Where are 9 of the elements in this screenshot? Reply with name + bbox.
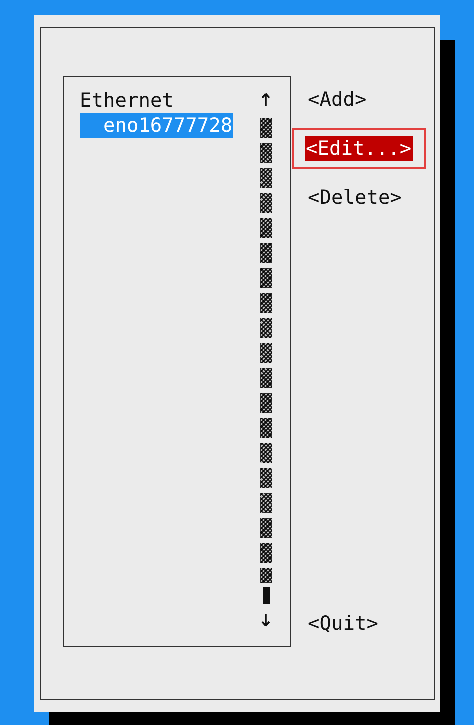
scroll-up-icon[interactable] bbox=[261, 93, 271, 107]
scrollbar-track[interactable] bbox=[260, 118, 272, 583]
connection-group[interactable]: Ethernet bbox=[80, 88, 174, 113]
scrollbar-thumb[interactable] bbox=[262, 587, 270, 604]
action-button[interactable]: <Add> bbox=[307, 87, 368, 112]
action-button[interactable]: <Quit> bbox=[307, 611, 380, 636]
scroll-down-icon[interactable] bbox=[261, 613, 271, 627]
action-button[interactable]: <Edit...> bbox=[305, 136, 413, 161]
action-button[interactable]: <Delete> bbox=[307, 185, 403, 210]
